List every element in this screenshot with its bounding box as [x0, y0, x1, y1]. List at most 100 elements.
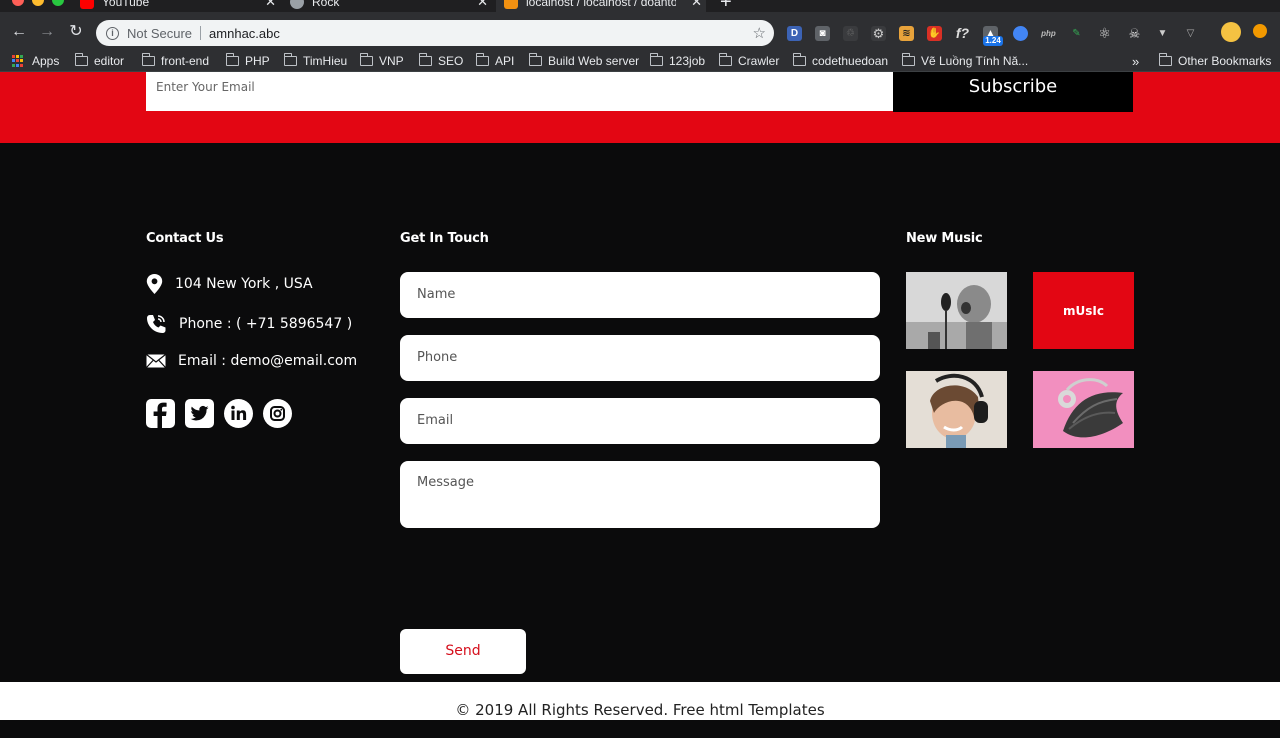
bookmark-label: front-end [161, 54, 210, 68]
envelope-icon [146, 354, 166, 368]
folder-icon [719, 53, 732, 66]
close-tab-icon[interactable]: ✕ [265, 0, 276, 10]
new-tab-button[interactable]: + [720, 0, 732, 12]
instagram-icon[interactable] [263, 399, 292, 428]
bookmark-seo[interactable]: SEO [419, 53, 463, 68]
php-icon[interactable]: php [1041, 26, 1056, 41]
tab-rock[interactable]: Rock ✕ [290, 0, 488, 12]
folder-icon [75, 53, 88, 66]
bookmark-api[interactable]: API [476, 53, 515, 68]
bookmark-crawler[interactable]: Crawler [719, 53, 780, 68]
minimize-window-button[interactable] [32, 0, 44, 6]
tab-youtube[interactable]: YouTube ✕ [80, 0, 276, 12]
react-icon[interactable]: ⚛ [1097, 26, 1112, 41]
get-in-touch-title: Get In Touch [400, 231, 489, 246]
tab-title: localhost / localhost / doantot... [526, 0, 676, 9]
vue-icon[interactable]: ▼ [1155, 26, 1170, 41]
twitter-icon[interactable] [185, 399, 214, 428]
bookmark-label: Vẽ Luồng Tính Nă... [921, 54, 1029, 68]
bookmark-php[interactable]: PHP [226, 53, 270, 68]
seo-icon[interactable]: ≋ [899, 26, 914, 41]
bookmark-timhieu[interactable]: TimHieu [284, 53, 348, 68]
gear-icon[interactable]: ⚙ [871, 26, 886, 41]
forward-arrow-icon[interactable]: → [37, 22, 57, 42]
page-content: Enter Your Email Subscribe Contact Us 10… [0, 72, 1280, 720]
bookmark-other-bookmarks[interactable]: Other Bookmarks [1159, 53, 1272, 68]
facebook-icon[interactable] [146, 399, 175, 428]
bookmark-label: TimHieu [303, 54, 348, 68]
phone-icon [147, 315, 166, 333]
bookmark-apps[interactable]: Apps [12, 54, 59, 68]
bookmark-label: editor [94, 54, 125, 68]
bookmark-vnp[interactable]: VNP [360, 53, 404, 68]
message-textarea[interactable]: Message [400, 461, 880, 528]
newsletter-email-input[interactable]: Enter Your Email [146, 72, 893, 111]
music-thumbnail-woman[interactable] [906, 371, 1007, 448]
folder-icon [142, 53, 155, 66]
music-thumbnail-singer[interactable] [906, 272, 1007, 349]
bookmark-codethuedoan[interactable]: codethuedoan [793, 53, 888, 68]
email-input[interactable]: Email [400, 398, 880, 444]
social-links [146, 399, 292, 428]
close-window-button[interactable] [12, 0, 24, 6]
folder-icon [529, 53, 542, 66]
bookmark-label: Other Bookmarks [1178, 54, 1272, 68]
contact-email: Email : demo@email.com [146, 353, 357, 369]
zoom-window-button[interactable] [52, 0, 64, 6]
camera-icon[interactable]: ◙ [815, 26, 830, 41]
stop-hand-icon[interactable]: ✋ [927, 26, 942, 41]
contact-address: 104 New York , USA [146, 274, 313, 294]
folder-icon [226, 53, 239, 66]
bookmark-label: VNP [379, 54, 404, 68]
apps-grid-icon [12, 55, 24, 67]
info-icon[interactable]: i [106, 26, 119, 40]
bookmark-ve-luong[interactable]: Vẽ Luồng Tính Nă... [902, 53, 1029, 68]
recycle-icon[interactable]: ♲ [843, 26, 858, 41]
bookmark-label: Crawler [738, 54, 780, 68]
folder-icon [1159, 53, 1172, 66]
bookmark-front-end[interactable]: front-end [142, 53, 210, 68]
copyright-text: © 2019 All Rights Reserved. Free html Te… [0, 682, 1280, 720]
extension-d-icon[interactable]: D [787, 26, 802, 41]
address-text: 104 New York , USA [175, 276, 313, 292]
leaf-icon[interactable]: ✎ [1069, 26, 1084, 41]
footer: Contact Us 104 New York , USA Phone : ( … [0, 143, 1280, 682]
new-music-title: New Music [906, 231, 983, 246]
pink-headphones-image [1033, 371, 1134, 448]
music-thumbnail-text[interactable]: mUsIc [1033, 272, 1134, 349]
name-input[interactable]: Name [400, 272, 880, 318]
bookmarks-overflow-chevron[interactable]: » [1132, 54, 1139, 69]
update-icon[interactable] [1253, 24, 1267, 38]
close-tab-icon[interactable]: ✕ [691, 0, 702, 10]
close-tab-icon[interactable]: ✕ [477, 0, 488, 10]
phone-input[interactable]: Phone [400, 335, 880, 381]
linkedin-icon[interactable] [224, 399, 253, 428]
bookmark-123job[interactable]: 123job [650, 53, 705, 68]
location-pin-icon [146, 274, 163, 294]
reload-icon[interactable]: ↻ [66, 22, 86, 42]
vue-devtools-icon[interactable]: ▽ [1183, 26, 1198, 41]
avatar[interactable] [1221, 22, 1241, 42]
bookmark-star-icon[interactable]: ☆ [753, 24, 766, 42]
music-thumbnail-headphones[interactable] [1033, 371, 1134, 448]
bookmark-editor[interactable]: editor [75, 53, 125, 68]
contact-title: Contact Us [146, 231, 224, 246]
site-icon [290, 0, 304, 9]
tab-title: YouTube [102, 0, 150, 9]
tab-phpmyadmin[interactable]: localhost / localhost / doantot... ✕ [496, 0, 706, 12]
bookmark-build-web-server[interactable]: Build Web server [529, 53, 640, 68]
bookmark-label: Build Web server [548, 54, 640, 68]
ghost-icon[interactable]: ☠ [1127, 26, 1142, 41]
bookmark-label: API [495, 54, 515, 68]
back-arrow-icon[interactable]: ← [9, 22, 29, 42]
bookmarks-bar: Apps editor front-end PHP TimHieu VNP SE… [0, 52, 1280, 72]
tab-title: Rock [312, 0, 340, 9]
subscribe-button[interactable]: Subscribe [893, 72, 1133, 112]
bookmark-label: PHP [245, 54, 270, 68]
function-icon[interactable]: f? [955, 26, 970, 41]
send-button[interactable]: Send [400, 629, 526, 674]
email-text: Email : demo@email.com [178, 353, 358, 369]
folder-icon [793, 53, 806, 66]
globe-icon[interactable] [1013, 26, 1028, 41]
address-bar[interactable]: i Not Secure amnhac.abc ☆ [96, 20, 774, 46]
